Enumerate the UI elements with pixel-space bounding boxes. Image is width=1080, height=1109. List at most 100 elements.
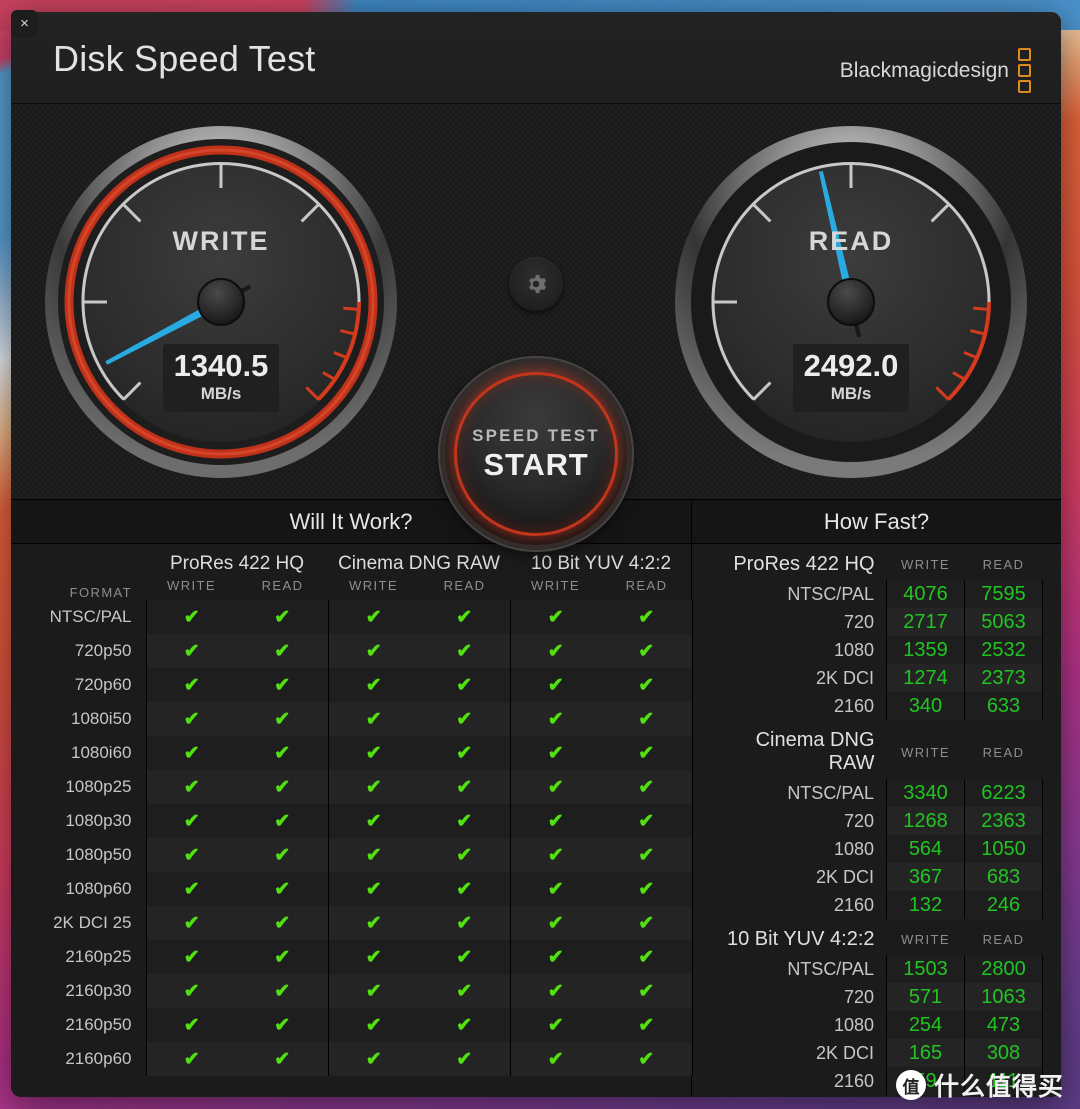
read-speed-value: 1063 [964,983,1043,1011]
format-label: 2160p30 [65,981,132,1000]
table-row: 1080 564 1050 [710,835,1043,863]
read-speed-value: 246 [964,891,1043,919]
format-label: 2160p50 [65,1015,132,1034]
check-icon: ✔ [237,770,328,804]
read-speed-value: 683 [964,863,1043,891]
check-icon: ✔ [419,600,510,634]
speed-test-start-button[interactable]: SPEED TEST START [445,363,627,545]
check-icon: ✔ [145,838,237,872]
read-gauge: READ 2492.0 MB/s [671,122,1031,482]
table-row: 1080p30 ✔ ✔ ✔ ✔ ✔ ✔ [11,804,693,838]
check-icon: ✔ [145,736,237,770]
check-icon: ✔ [419,940,510,974]
check-icon: ✔ [145,1008,237,1042]
table-row: 1080p50 ✔ ✔ ✔ ✔ ✔ ✔ [11,838,693,872]
table-row: 1080p25 ✔ ✔ ✔ ✔ ✔ ✔ [11,770,693,804]
read-speed-value: 7595 [964,580,1043,608]
how-fast-subheader-write: WRITE [901,744,950,760]
check-icon: ✔ [237,872,328,906]
watermark-text: 什么值得买 [933,1073,1064,1101]
table-row: 2160p60 ✔ ✔ ✔ ✔ ✔ ✔ [11,1042,693,1076]
group-header-yuv: 10 Bit YUV 4:2:2 [530,553,672,574]
disk-speed-test-window: Disk Speed Test Blackmagicdesign WRITE 1… [11,12,1061,1097]
resolution-label: 2K DCI [815,1042,874,1063]
group-header-prores: ProRes 422 HQ [169,553,305,574]
check-icon: ✔ [327,974,419,1008]
format-label: NTSC/PAL [49,607,132,626]
how-fast-table: Cinema DNG RAW WRITE READ NTSC/PAL 3340 6223 7… [710,720,1043,919]
read-speed-value: 2373 [964,664,1043,692]
how-fast-subheader-write: WRITE [901,932,950,947]
table-row: 2160p30 ✔ ✔ ✔ ✔ ✔ ✔ [11,974,693,1008]
how-fast-title: How Fast? [692,500,1061,544]
table-row: 2K DCI 25 ✔ ✔ ✔ ✔ ✔ ✔ [11,906,693,940]
check-icon: ✔ [237,1008,328,1042]
read-unit: MB/s [830,383,872,403]
check-icon: ✔ [601,940,693,974]
check-icon: ✔ [145,770,237,804]
format-label: 2160p25 [65,947,132,966]
table-row: 720p50 ✔ ✔ ✔ ✔ ✔ ✔ [11,634,693,668]
read-readout: 2492.0 MB/s [793,344,909,412]
format-label: 1080p25 [65,777,132,796]
check-icon: ✔ [327,668,419,702]
check-icon: ✔ [601,1042,693,1076]
check-icon: ✔ [601,736,693,770]
read-gauge-dial [675,126,1027,478]
resolution-label: 2K DCI [815,667,874,688]
write-readout: 1340.5 MB/s [163,344,279,412]
read-gauge-label: READ [808,226,894,256]
how-fast-panel: How Fast? ProRes 422 HQ WRITE READ NTSC/PAL… [692,500,1061,1096]
write-gauge-dial [45,126,397,478]
check-icon: ✔ [509,634,601,668]
check-icon: ✔ [601,974,693,1008]
write-unit: MB/s [200,383,242,403]
write-speed-value: 340 [886,692,965,720]
read-speed-value: 5063 [964,608,1043,636]
resolution-label: 1080 [833,1014,874,1035]
resolution-label: 2160 [833,1070,874,1091]
write-speed-value: 165 [886,1039,965,1067]
check-icon: ✔ [145,872,237,906]
gear-icon[interactable] [509,257,563,311]
check-icon: ✔ [237,702,328,736]
format-label: 720p60 [74,675,132,694]
check-icon: ✔ [509,940,601,974]
write-speed-value: 2717 [886,608,965,636]
check-icon: ✔ [145,804,237,838]
check-icon: ✔ [327,1042,419,1076]
check-icon: ✔ [237,668,328,702]
resolution-label: NTSC/PAL [787,958,874,979]
write-gauge: WRITE 1340.5 MB/s [41,122,401,482]
subheader-dng-write: WRITE [349,578,398,593]
write-value: 1340.5 [173,348,269,383]
table-row: 1080i60 ✔ ✔ ✔ ✔ ✔ ✔ [11,736,693,770]
how-fast-subheader-read: READ [982,744,1025,760]
resolution-label: 720 [843,810,874,831]
watermark: 值 什么值得买 [895,1067,1064,1103]
format-label: 2K DCI 25 [53,913,132,932]
will-it-work-panel: Will It Work? FORMAT ProRes 422 HQ Cinem… [11,500,693,1096]
check-icon: ✔ [601,634,693,668]
check-icon: ✔ [419,634,510,668]
will-it-work-table: FORMAT ProRes 422 HQ Cinema DNG RAW 10 B… [11,544,693,1076]
table-row: 2K DCI 367 683 [710,863,1043,891]
check-icon: ✔ [237,974,328,1008]
check-icon: ✔ [327,906,419,940]
write-speed-value: 564 [886,835,965,863]
close-icon[interactable]: × [11,10,38,37]
check-icon: ✔ [419,906,510,940]
check-icon: ✔ [145,600,237,634]
table-row: 2K DCI 1274 2373 [710,664,1043,692]
read-speed-value: 633 [964,692,1043,720]
check-icon: ✔ [327,770,419,804]
check-icon: ✔ [419,1008,510,1042]
table-row: NTSC/PAL 1503 2800 [710,955,1043,983]
write-speed-value: 1274 [886,664,965,692]
check-icon: ✔ [509,668,601,702]
check-icon: ✔ [145,1042,237,1076]
check-icon: ✔ [327,940,419,974]
resolution-label: 2160 [833,894,874,915]
read-speed-value: 473 [964,1011,1043,1039]
resolution-label: 1080 [833,639,874,660]
